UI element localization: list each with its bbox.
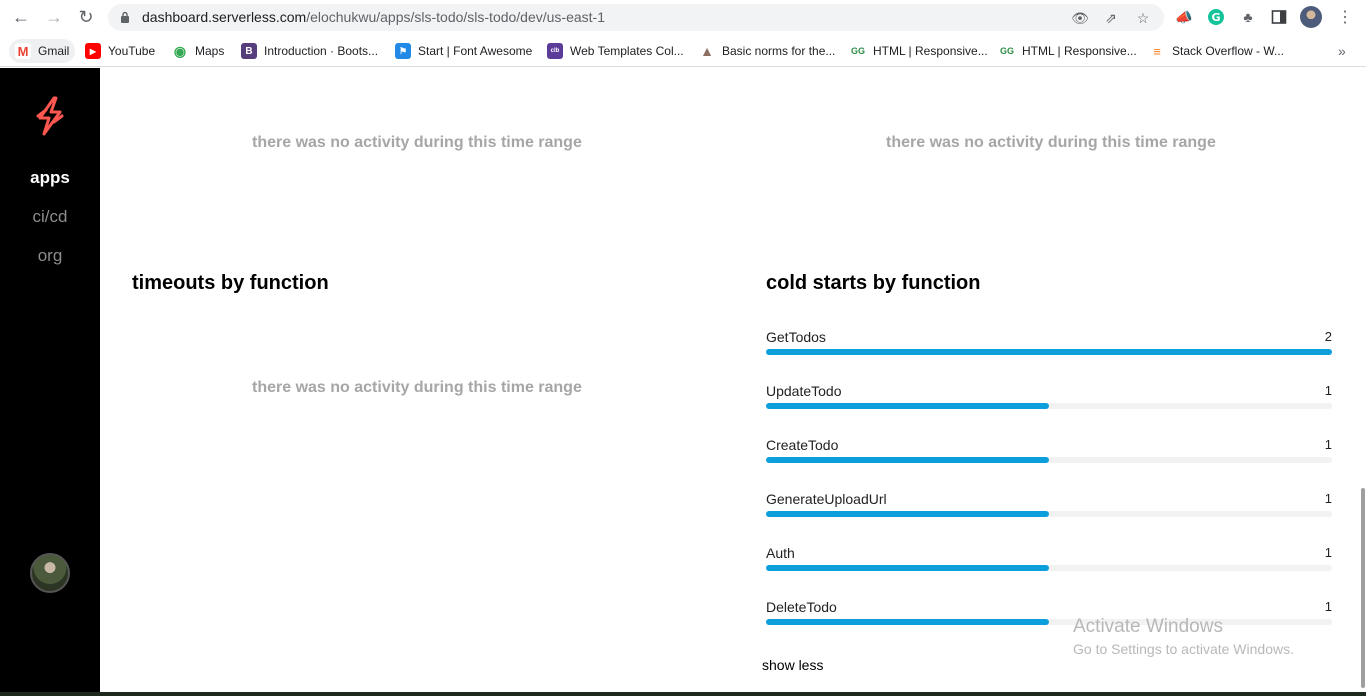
bookmark-colorlib[interactable]: clb Web Templates Col... [541, 39, 690, 63]
bookmark-label: Introduction · Boots... [264, 44, 379, 58]
gfg-icon: GG [999, 43, 1015, 59]
progress-fill [766, 349, 1332, 355]
taskbar-edge [0, 692, 1366, 696]
gfg-icon: GG [850, 43, 866, 59]
cold-start-row: GetTodos 2 [766, 329, 1332, 369]
colorlib-icon: clb [547, 43, 563, 59]
sidebar: apps ci/cd org [0, 68, 100, 696]
sidebar-item-org[interactable]: org [0, 246, 100, 266]
timeouts-title: timeouts by function [132, 272, 329, 294]
bookmark-label: Gmail [38, 44, 70, 58]
bookmark-gfg-1[interactable]: GG HTML | Responsive... [844, 39, 994, 63]
lock-icon [121, 11, 129, 23]
avatar[interactable] [30, 553, 70, 593]
bookmark-label: Maps [195, 44, 225, 58]
bookmark-label: Stack Overflow - W... [1172, 44, 1285, 58]
watermark-subtitle: Go to Settings to activate Windows. [1073, 641, 1294, 657]
bootstrap-icon: B [241, 43, 257, 59]
bookmark-stackoverflow[interactable]: ≡ Stack Overflow - W... [1143, 39, 1290, 63]
bookmark-label: Web Templates Col... [570, 44, 684, 58]
bookmark-gfg-2[interactable]: GG HTML | Responsive... [993, 39, 1143, 63]
progress-fill [766, 511, 1049, 517]
back-icon[interactable]: ← [9, 5, 33, 29]
progress-fill [766, 457, 1049, 463]
youtube-icon: ▶ [85, 43, 101, 59]
sidebar-item-apps[interactable]: apps [0, 168, 100, 188]
svg-text:G: G [1211, 11, 1220, 24]
megaphone-icon[interactable]: 📣 [1173, 6, 1195, 28]
browser-toolbar: ← → ↻ dashboard.serverless.com/elochukwu… [0, 0, 1366, 34]
side-panel-icon[interactable] [1268, 6, 1290, 28]
gmail-icon: M [15, 43, 31, 59]
windows-activation-watermark: Activate Windows Go to Settings to activ… [1073, 616, 1294, 657]
progress-track [766, 457, 1332, 463]
cold-starts-title: cold starts by function [766, 272, 981, 294]
font-awesome-icon: ⚑ [395, 43, 411, 59]
cold-start-count: 2 [1324, 329, 1332, 344]
cold-start-count: 1 [1324, 599, 1332, 614]
bookmark-bootstrap[interactable]: B Introduction · Boots... [235, 39, 384, 63]
sidebar-item-cicd[interactable]: ci/cd [0, 207, 100, 227]
progress-fill [766, 565, 1049, 571]
star-icon[interactable]: ☆ [1133, 8, 1153, 28]
progress-track [766, 565, 1332, 571]
function-name: CreateTodo [766, 437, 839, 453]
profile-avatar[interactable] [1300, 6, 1322, 28]
main-content: there was no activity during this time r… [100, 68, 1366, 696]
progress-track [766, 349, 1332, 355]
bookmark-gmail[interactable]: M Gmail [9, 39, 76, 63]
tree-icon: ▲ [699, 43, 715, 59]
function-name: UpdateTodo [766, 383, 842, 399]
forward-icon[interactable]: → [42, 5, 66, 29]
cold-start-count: 1 [1324, 545, 1332, 560]
cold-start-count: 1 [1324, 437, 1332, 452]
bookmark-label: Start | Font Awesome [418, 44, 533, 58]
function-name: GenerateUploadUrl [766, 491, 887, 507]
share-icon[interactable]: ⇗ [1101, 8, 1121, 28]
bookmark-label: HTML | Responsive... [1022, 44, 1137, 58]
show-less-link[interactable]: show less [762, 657, 823, 673]
progress-track [766, 403, 1332, 409]
progress-fill [766, 403, 1049, 409]
reload-icon[interactable]: ↻ [74, 5, 98, 29]
address-bar[interactable]: dashboard.serverless.com/elochukwu/apps/… [108, 4, 1164, 31]
stackoverflow-icon: ≡ [1149, 43, 1165, 59]
cold-start-count: 1 [1324, 491, 1332, 506]
menu-dots-icon[interactable]: ⋮ [1334, 6, 1356, 28]
url-text: dashboard.serverless.com/elochukwu/apps/… [142, 9, 606, 25]
function-name: GetTodos [766, 329, 826, 345]
empty-state-message: there was no activity during this time r… [252, 134, 582, 151]
scrollbar[interactable] [1361, 488, 1365, 688]
bookmark-basic-norms[interactable]: ▲ Basic norms for the... [693, 39, 841, 63]
bookmark-maps[interactable]: ◉ Maps [166, 39, 230, 63]
progress-fill [766, 619, 1049, 625]
bookmark-youtube[interactable]: ▶ YouTube [79, 39, 161, 63]
maps-icon: ◉ [172, 42, 188, 59]
bookmark-label: YouTube [108, 44, 156, 58]
cold-start-row: UpdateTodo 1 [766, 383, 1332, 423]
serverless-logo-icon[interactable] [34, 96, 66, 136]
progress-track [766, 511, 1332, 517]
watermark-title: Activate Windows [1073, 616, 1223, 637]
bookmark-font-awesome[interactable]: ⚑ Start | Font Awesome [389, 39, 538, 63]
bookmark-label: HTML | Responsive... [873, 44, 988, 58]
app: apps ci/cd org there was no activity dur… [0, 68, 1366, 696]
more-bookmarks-icon[interactable]: » [1332, 39, 1352, 63]
cold-start-row: Auth 1 [766, 545, 1332, 585]
empty-state-message: there was no activity during this time r… [252, 379, 582, 396]
empty-state-message: there was no activity during this time r… [886, 134, 1216, 151]
cold-start-row: GenerateUploadUrl 1 [766, 491, 1332, 531]
function-name: Auth [766, 545, 795, 561]
bookmark-label: Basic norms for the... [722, 44, 836, 58]
puzzle-icon[interactable]: ♣ [1237, 6, 1259, 28]
function-name: DeleteTodo [766, 599, 837, 615]
cold-start-row: CreateTodo 1 [766, 437, 1332, 477]
grammarly-icon[interactable]: G [1205, 6, 1227, 28]
cold-start-count: 1 [1324, 383, 1332, 398]
bookmarks-bar: M Gmail ▶ YouTube ◉ Maps B Introduction … [0, 34, 1366, 67]
eye-slash-icon[interactable]: 👁 [1070, 8, 1090, 28]
